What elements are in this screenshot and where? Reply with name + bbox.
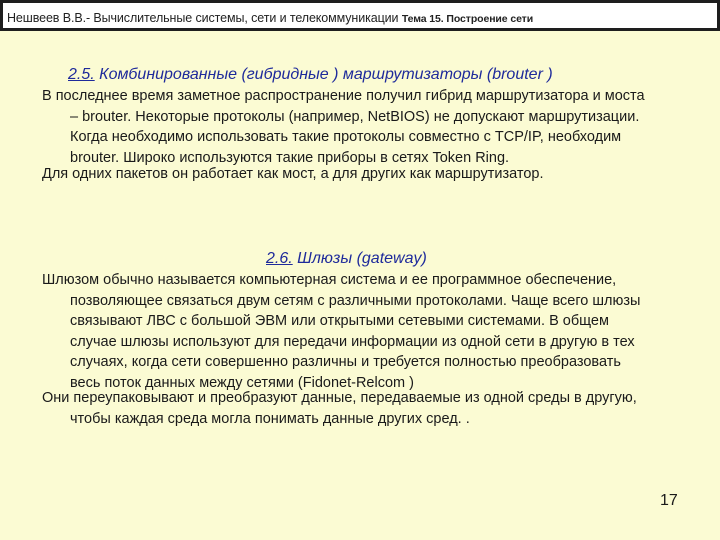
text-line: Шлюзом обычно называется компьютерная си…: [42, 272, 617, 288]
header-course: Нешвеев В.В.- Вычислительные системы, се…: [7, 11, 399, 25]
text-line: случаях, когда сети совершенно различны …: [70, 354, 621, 370]
section-2-6-heading: 2.6. Шлюзы (gateway): [266, 250, 427, 268]
section-2-5-heading: 2.5. Комбинированные (гибридные ) маршру…: [68, 66, 553, 84]
text-line: Когда необходимо использовать такие прот…: [70, 129, 622, 145]
section-2-5-paragraph-1: В последнее время заметное распространен…: [42, 86, 712, 168]
header-topic: Тема 15. Построение сети: [401, 13, 534, 25]
text-line: В последнее время заметное распространен…: [42, 88, 645, 104]
slide-header: Нешвеев В.В.- Вычислительные системы, се…: [0, 0, 720, 31]
text-line: Для одних пакетов он работает как мост, …: [42, 166, 544, 182]
section-2-5-number: 2.5.: [68, 66, 95, 83]
header-text: Нешвеев В.В.- Вычислительные системы, се…: [7, 11, 533, 25]
text-line: – brouter. Некоторые протоколы (например…: [70, 108, 640, 125]
section-2-6-title: Шлюзы (gateway): [292, 250, 427, 267]
section-2-6-number: 2.6.: [266, 250, 293, 267]
section-2-6-paragraph-1: Шлюзом обычно называется компьютерная си…: [42, 270, 712, 393]
section-2-5-paragraph-2: Для одних пакетов он работает как мост, …: [42, 164, 712, 185]
text-line: позволяющее связаться двум сетям с разли…: [70, 292, 641, 309]
text-line: связывают ЛВС с большой ЭВМ или открытым…: [70, 313, 609, 329]
page-number: 17: [660, 492, 678, 509]
text-line: чтобы каждая среда могла понимать данные…: [70, 410, 470, 427]
section-2-6-paragraph-2: Они переупаковывают и преобразуют данные…: [42, 388, 712, 429]
text-line: случае шлюзы используют для передачи инф…: [70, 333, 635, 350]
section-2-5-title: Комбинированные (гибридные ) маршрутизат…: [94, 66, 553, 83]
text-line: Они переупаковывают и преобразуют данные…: [42, 390, 637, 406]
